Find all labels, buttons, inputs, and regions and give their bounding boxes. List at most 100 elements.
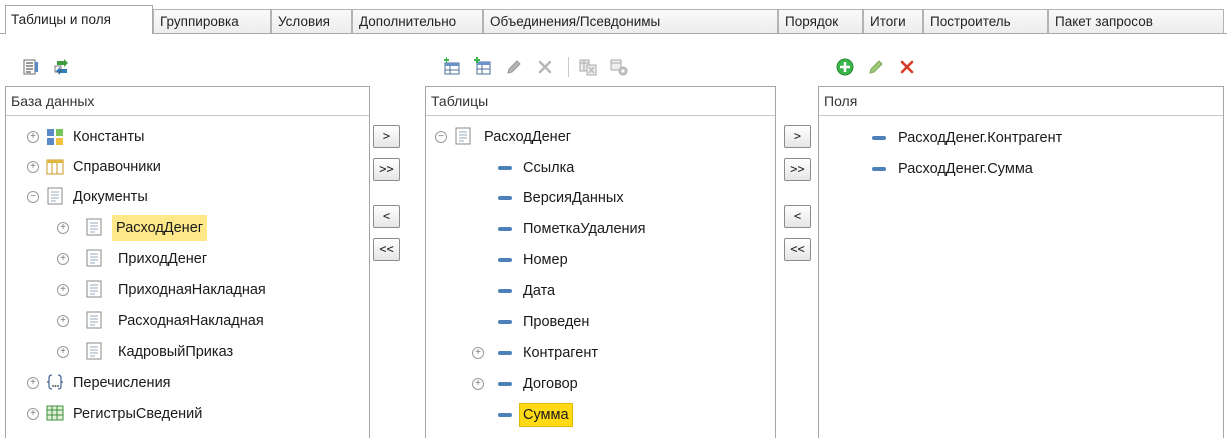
- document-icon: [86, 311, 102, 329]
- replace-table-icon[interactable]: [577, 56, 599, 78]
- tree-item-enums[interactable]: + Перечисления: [6, 368, 366, 398]
- tree-item-label: РасходДенег: [112, 215, 208, 241]
- table-item-rashod-deneg[interactable]: − РасходДенег: [426, 122, 772, 152]
- field-icon: [498, 413, 512, 417]
- edit-table-icon[interactable]: [503, 56, 525, 78]
- tree-item-prihod-deneg[interactable]: + ПриходДенег: [6, 244, 366, 274]
- catalogs-icon: [46, 159, 64, 175]
- tables-panel-header: Таблицы: [426, 87, 775, 116]
- remove-field-button[interactable]: <: [784, 205, 811, 228]
- tab-conditions[interactable]: Условия: [271, 9, 352, 34]
- tables-toolbar: [441, 55, 639, 79]
- tab-bar: Таблицы и поля Группировка Условия Допол…: [0, 0, 1227, 34]
- add-subquery-icon[interactable]: [472, 56, 494, 78]
- selected-field-item[interactable]: РасходДенег.Сумма: [819, 154, 1219, 184]
- selected-field-label: РасходДенег.Сумма: [898, 161, 1033, 177]
- table-settings-icon[interactable]: [608, 56, 630, 78]
- tab-unions-aliases[interactable]: Объединения/Псевдонимы: [483, 9, 778, 34]
- expand-icon[interactable]: +: [57, 315, 69, 327]
- expand-icon[interactable]: +: [27, 131, 39, 143]
- field-icon: [498, 289, 512, 293]
- tab-tables-and-fields[interactable]: Таблицы и поля: [5, 5, 153, 34]
- list-view-icon[interactable]: [20, 56, 42, 78]
- remove-table-button[interactable]: <: [373, 205, 400, 228]
- edit-field-icon[interactable]: [865, 56, 887, 78]
- field-item-label: Проведен: [523, 314, 590, 330]
- fields-panel: Поля РасходДенег.Контрагент РасходДенег.…: [818, 86, 1224, 438]
- tab-order[interactable]: Порядок: [778, 9, 863, 34]
- delete-table-icon[interactable]: [534, 56, 556, 78]
- tree-item-kadrovyi-prikaz[interactable]: + КадровыйПриказ: [6, 337, 366, 367]
- tree-item-info-registers[interactable]: + РегистрыСведений: [6, 399, 366, 429]
- document-icon: [455, 127, 471, 145]
- tree-item-label: ПриходнаяНакладная: [118, 282, 266, 298]
- field-item-label: Сумма: [519, 403, 573, 427]
- collapse-icon[interactable]: −: [27, 191, 39, 203]
- database-panel: База данных + Константы + Справочники − …: [5, 86, 370, 438]
- collapse-icon[interactable]: −: [435, 131, 447, 143]
- field-icon: [872, 167, 886, 171]
- field-item-label: Номер: [523, 252, 568, 268]
- expand-icon[interactable]: +: [27, 377, 39, 389]
- remove-all-fields-button[interactable]: <<: [784, 238, 811, 261]
- tab-grouping[interactable]: Группировка: [153, 9, 271, 34]
- add-all-tables-button[interactable]: >>: [373, 158, 400, 181]
- expand-icon[interactable]: +: [57, 253, 69, 265]
- expand-icon[interactable]: +: [27, 408, 39, 420]
- expand-icon[interactable]: +: [57, 284, 69, 296]
- field-item[interactable]: ПометкаУдаления: [426, 214, 772, 244]
- field-item[interactable]: ВерсияДанных: [426, 183, 772, 213]
- expand-icon[interactable]: +: [57, 222, 69, 234]
- expand-icon[interactable]: +: [472, 347, 484, 359]
- fields-toolbar: [834, 55, 927, 79]
- field-item-summa[interactable]: Сумма: [426, 400, 772, 430]
- field-icon: [872, 136, 886, 140]
- tree-item-rashodnaya-nakladnaya[interactable]: + РасходнаяНакладная: [6, 306, 366, 336]
- tree-item-label: КадровыйПриказ: [118, 344, 234, 360]
- add-field-button[interactable]: >: [784, 125, 811, 148]
- tree-item-label: Справочники: [73, 159, 161, 175]
- tab-query-batch[interactable]: Пакет запросов: [1048, 9, 1224, 34]
- tab-additional[interactable]: Дополнительно: [352, 9, 483, 34]
- field-icon: [498, 320, 512, 324]
- expand-icon[interactable]: +: [27, 161, 39, 173]
- constants-icon: [47, 129, 63, 145]
- add-table-icon[interactable]: [441, 56, 463, 78]
- tree-item-catalogs[interactable]: + Справочники: [6, 152, 366, 182]
- tree-item-rashod-deneg[interactable]: + РасходДенег: [6, 213, 366, 243]
- info-registers-icon: [46, 405, 64, 421]
- field-item[interactable]: Номер: [426, 245, 772, 275]
- field-item-dogovor[interactable]: + Договор: [426, 369, 772, 399]
- tab-builder[interactable]: Построитель: [923, 9, 1048, 34]
- selected-field-item[interactable]: РасходДенег.Контрагент: [819, 123, 1219, 153]
- field-icon: [498, 166, 512, 170]
- expand-icon[interactable]: +: [472, 378, 484, 390]
- add-table-button[interactable]: >: [373, 125, 400, 148]
- field-item-label: Договор: [523, 376, 578, 392]
- field-item-label: Контрагент: [523, 345, 598, 361]
- field-icon: [498, 382, 512, 386]
- document-icon: [86, 342, 102, 360]
- document-icon: [86, 218, 102, 236]
- field-icon: [498, 227, 512, 231]
- refresh-tables-icon[interactable]: [51, 56, 73, 78]
- add-all-fields-button[interactable]: >>: [784, 158, 811, 181]
- tree-item-prihodnaya-nakladnaya[interactable]: + ПриходнаяНакладная: [6, 275, 366, 305]
- field-item-kontragent[interactable]: + Контрагент: [426, 338, 772, 368]
- database-panel-header: База данных: [6, 87, 369, 116]
- expand-icon[interactable]: +: [57, 346, 69, 358]
- remove-all-tables-button[interactable]: <<: [373, 238, 400, 261]
- field-item[interactable]: Ссылка: [426, 153, 772, 183]
- field-item[interactable]: Проведен: [426, 307, 772, 337]
- add-field-icon[interactable]: [834, 56, 856, 78]
- field-item[interactable]: Дата: [426, 276, 772, 306]
- field-item-label: Ссылка: [523, 160, 575, 176]
- table-item-label: РасходДенег: [484, 129, 572, 145]
- field-icon: [498, 351, 512, 355]
- tree-item-constants[interactable]: + Константы: [6, 122, 366, 152]
- delete-field-icon[interactable]: [896, 56, 918, 78]
- tables-panel: Таблицы − РасходДенег Ссылка ВерсияДанны…: [425, 86, 776, 438]
- tab-totals[interactable]: Итоги: [863, 9, 923, 34]
- field-item-label: ВерсияДанных: [523, 190, 624, 206]
- tree-item-documents[interactable]: − Документы: [6, 182, 366, 212]
